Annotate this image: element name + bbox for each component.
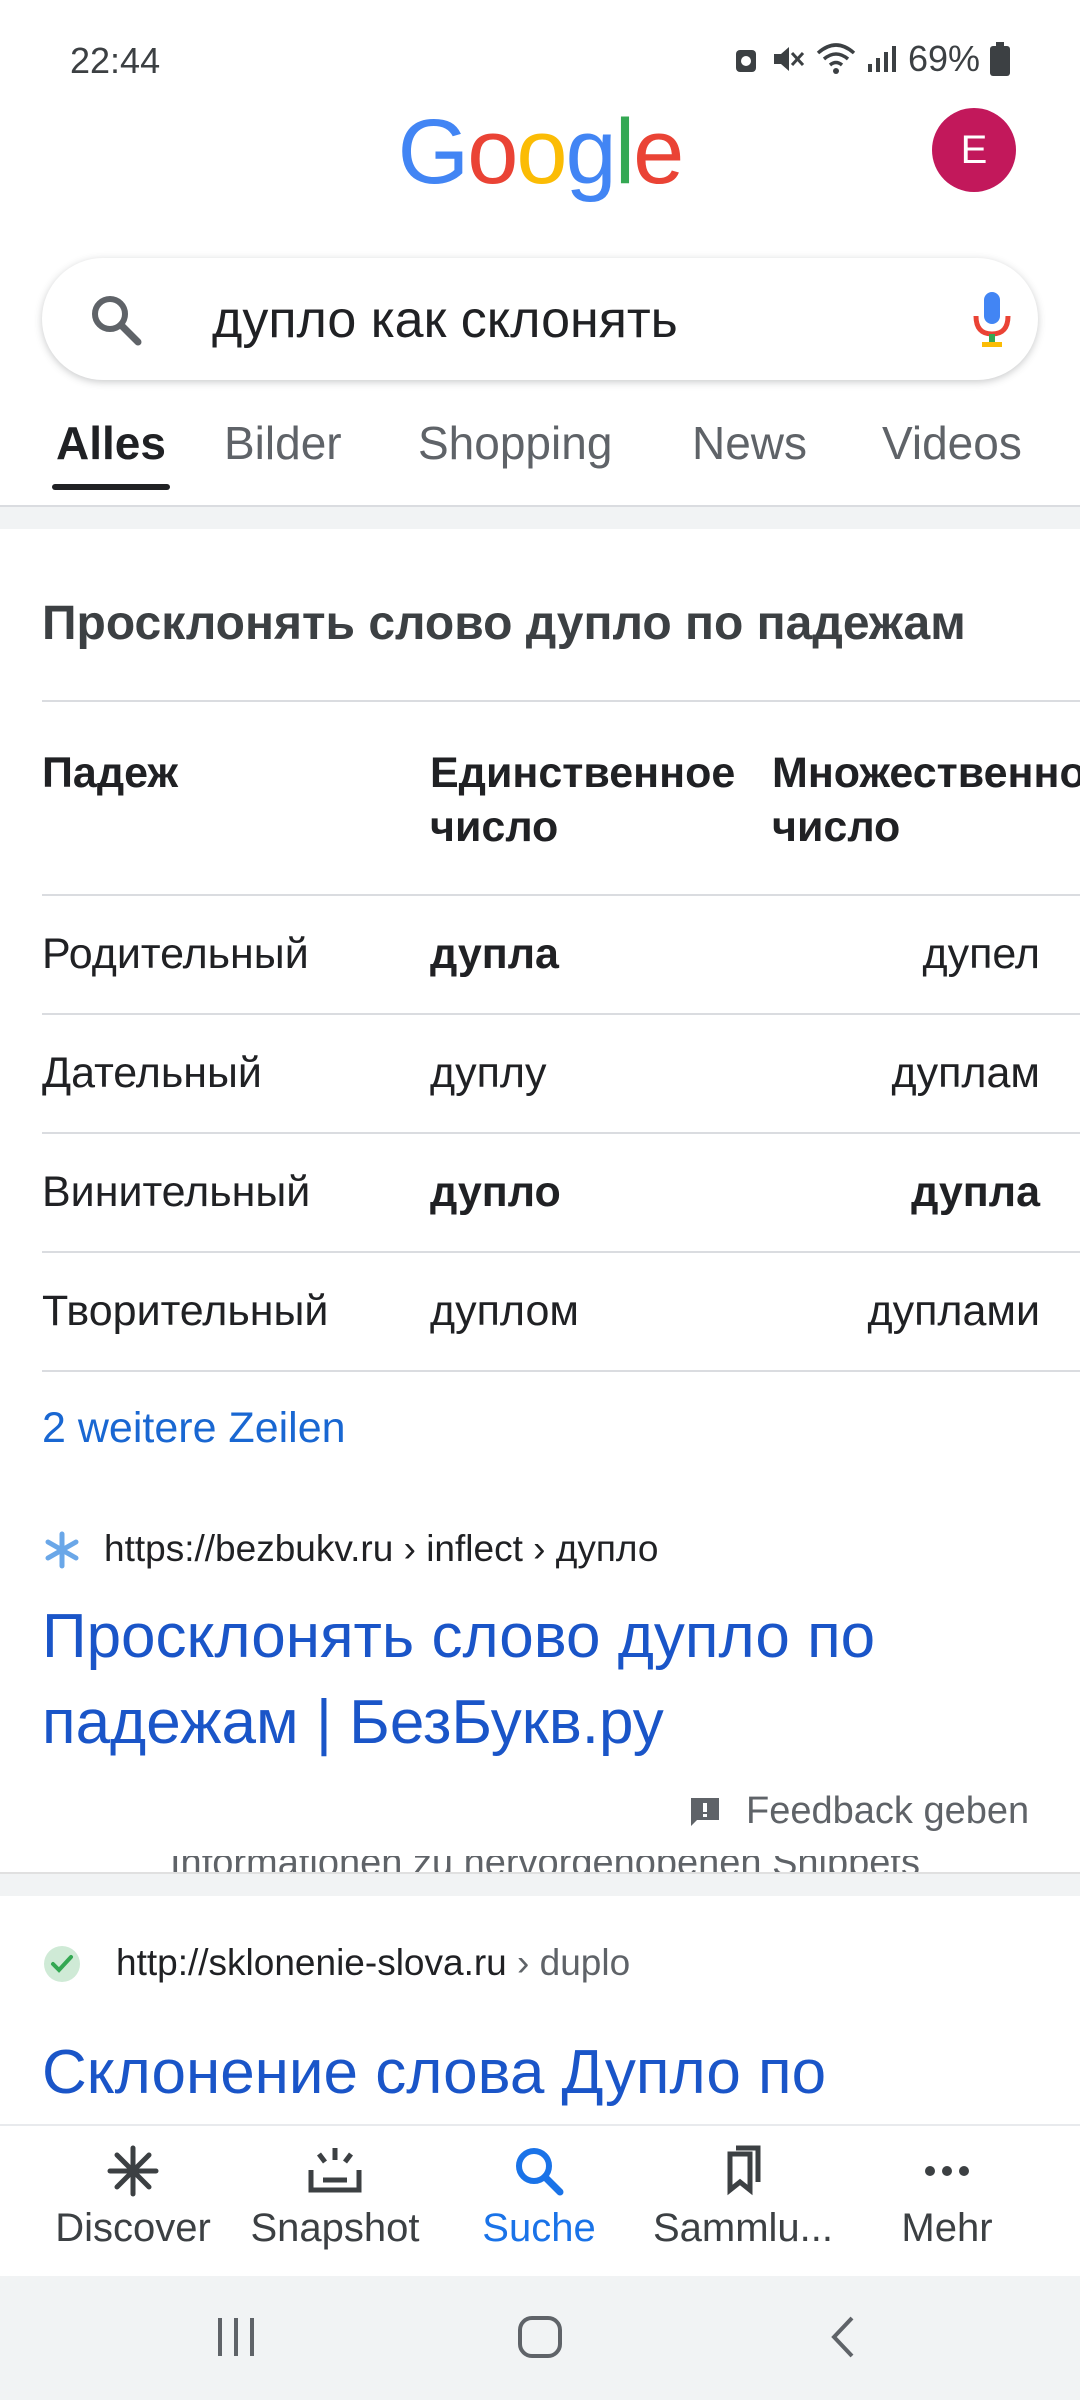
more-dots-icon xyxy=(925,2166,969,2176)
logo-letter: o xyxy=(467,101,518,203)
logo-letter: G xyxy=(397,101,470,203)
result-domain: http://sklonenie-slova.ru xyxy=(116,1942,507,1983)
nav-more[interactable]: Mehr xyxy=(842,2144,1052,2251)
nav-search[interactable]: Suche xyxy=(434,2144,644,2251)
nav-label: Mehr xyxy=(901,2206,993,2250)
nav-discover[interactable]: Discover xyxy=(28,2144,238,2251)
tab-all[interactable]: Alles xyxy=(52,416,170,490)
feedback-button[interactable]: Feedback geben xyxy=(688,1790,1029,1833)
home-icon[interactable] xyxy=(514,2312,566,2362)
snapshot-icon xyxy=(308,2148,362,2193)
nav-label: Sammlu... xyxy=(652,2206,834,2250)
tab-images[interactable]: Bilder xyxy=(224,416,342,470)
divider xyxy=(42,700,1080,702)
logo-letter: l xyxy=(614,101,636,203)
cell-case: Творительный xyxy=(42,1287,329,1335)
search-icon[interactable] xyxy=(88,292,144,348)
cell-plural: дуплам xyxy=(891,1049,1040,1097)
search-tabs: Alles Bilder Shopping News Videos xyxy=(0,400,1080,500)
cell-singular: дупла xyxy=(430,930,559,978)
feedback-label: Feedback geben xyxy=(746,1790,1030,1832)
nav-label: Discover xyxy=(55,2206,211,2250)
recent-apps-icon[interactable] xyxy=(214,2312,258,2362)
cell-case: Родительный xyxy=(42,930,309,978)
nav-collections[interactable]: Sammlu... xyxy=(638,2144,848,2251)
signal-icon xyxy=(867,46,896,72)
collections-icon xyxy=(727,2145,761,2196)
wifi-icon xyxy=(816,43,856,74)
cell-singular: дуплом xyxy=(430,1287,579,1335)
system-navigation-bar xyxy=(0,2276,1080,2400)
section-gap xyxy=(0,507,1080,529)
logo-letter: e xyxy=(633,101,684,203)
site-favicon-icon xyxy=(45,1531,79,1569)
divider xyxy=(42,1251,1080,1253)
cell-singular: дупло xyxy=(430,1168,561,1216)
result-separator xyxy=(0,1872,1080,1896)
result-breadcrumb: › duplo xyxy=(506,1942,631,1983)
result-url[interactable]: http://sklonenie-slova.ru › duplo xyxy=(116,1942,630,1984)
cell-plural: дупел xyxy=(922,930,1040,978)
cell-plural: дупла xyxy=(911,1168,1040,1216)
divider xyxy=(42,1013,1080,1015)
microphone-icon[interactable] xyxy=(970,290,1014,348)
google-logo[interactable]: Google xyxy=(0,100,1080,205)
table-header-singular: Единственное число xyxy=(430,749,736,851)
table-header-case: Падеж xyxy=(42,749,178,797)
bottom-navigation: Discover Snapshot Suche Sammlu... Mehr xyxy=(0,2124,1080,2276)
nav-label: Snapshot xyxy=(250,2206,420,2250)
more-rows-link[interactable]: 2 weitere Zeilen xyxy=(42,1404,346,1453)
feedback-icon xyxy=(691,1797,719,1826)
alarm-icon xyxy=(735,50,756,72)
nav-label: Suche xyxy=(482,2206,596,2250)
tab-shopping[interactable]: Shopping xyxy=(418,416,612,470)
divider xyxy=(42,1370,1080,1372)
snippet-title: Просклонять слово дупло по падежам xyxy=(42,597,966,650)
result-title-link[interactable]: Склонение слова Дупло по xyxy=(42,2030,1052,2116)
verified-check-icon xyxy=(44,1946,80,1982)
battery-percent: 69% xyxy=(907,38,980,79)
table-header-plural-wrap: Множественное число xyxy=(772,746,1080,854)
divider xyxy=(42,1132,1080,1134)
divider xyxy=(42,894,1080,896)
discover-icon xyxy=(107,2145,159,2197)
result-breadcrumb: › inflect › дупло xyxy=(393,1528,659,1569)
table-header-plural: Множественное число xyxy=(772,749,1080,851)
mute-icon xyxy=(773,47,805,71)
result-domain: https://bezbukv.ru xyxy=(104,1528,394,1569)
tab-videos[interactable]: Videos xyxy=(882,416,1022,470)
status-icons: 69% xyxy=(732,38,1010,80)
search-input[interactable] xyxy=(210,284,934,356)
logo-letter: o xyxy=(516,101,567,203)
account-avatar[interactable]: E xyxy=(932,108,1016,192)
cell-plural: дуплами xyxy=(867,1287,1040,1335)
tab-news[interactable]: News xyxy=(692,416,807,470)
cell-singular: дуплу xyxy=(430,1049,547,1097)
search-box[interactable] xyxy=(42,258,1038,380)
logo-letter: g xyxy=(565,101,617,203)
search-icon xyxy=(516,2148,564,2196)
battery-icon xyxy=(990,42,1010,76)
status-time: 22:44 xyxy=(70,40,161,81)
back-icon[interactable] xyxy=(824,2312,864,2362)
cell-case: Винительный xyxy=(42,1168,311,1216)
result-title-link[interactable]: Просклонять слово дупло по падежам | Без… xyxy=(42,1594,1052,1766)
nav-snapshot[interactable]: Snapshot xyxy=(230,2144,440,2251)
result-url[interactable]: https://bezbukv.ru › inflect › дупло xyxy=(104,1528,658,1570)
cell-case: Дательный xyxy=(42,1049,262,1097)
